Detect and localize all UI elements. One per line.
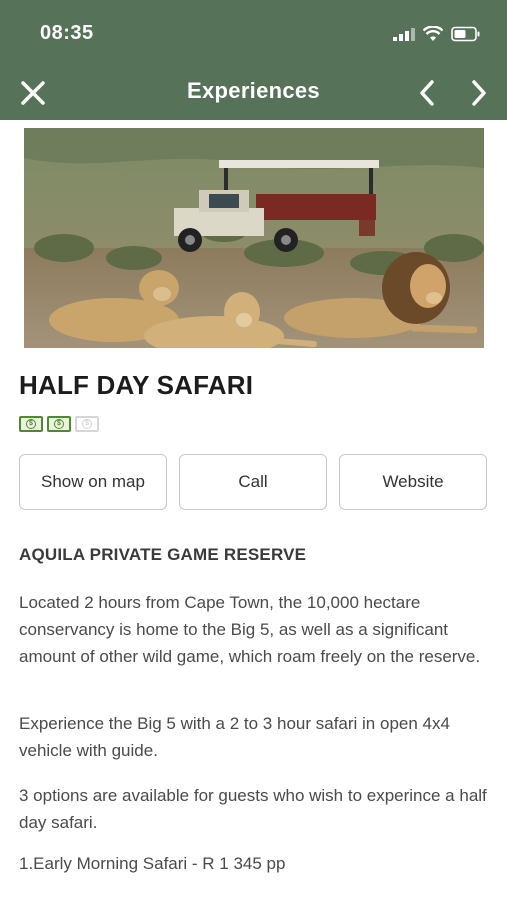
- listing-title: HALF DAY SAFARI: [19, 370, 254, 400]
- hero-photo: [24, 128, 484, 348]
- description-paragraph: Located 2 hours from Cape Town, the 10,0…: [19, 593, 481, 666]
- signal-icon: [393, 28, 415, 41]
- chevron-left-icon[interactable]: [414, 78, 440, 108]
- wifi-icon: [423, 26, 443, 41]
- website-button[interactable]: Website: [339, 454, 487, 510]
- status-time: 08:35: [40, 22, 94, 44]
- description-paragraph: Experience the Big 5 with a 2 to 3 hour …: [19, 714, 450, 760]
- option-line: 1.Early Morning Safari - R 1 345 pp: [19, 854, 286, 873]
- action-buttons: Show on map Call Website: [19, 454, 489, 512]
- description-paragraph: 3 options are available for guests who w…: [19, 786, 487, 832]
- battery-icon: [451, 26, 480, 42]
- status-bar: 08:35: [0, 0, 507, 66]
- price-rating: $ $ $: [19, 416, 99, 432]
- call-button[interactable]: Call: [179, 454, 327, 510]
- section-heading: AQUILA PRIVATE GAME RESERVE: [19, 545, 307, 564]
- money-icon-inactive: $: [75, 416, 99, 432]
- money-icon: $: [19, 416, 43, 432]
- safari-photo: [24, 128, 484, 348]
- app-header: 08:35 Experiences: [0, 0, 507, 120]
- money-icon: $: [47, 416, 71, 432]
- status-icons: [393, 24, 481, 44]
- chevron-right-icon[interactable]: [466, 78, 492, 108]
- nav-bar: Experiences: [0, 66, 507, 120]
- show-on-map-button[interactable]: Show on map: [19, 454, 167, 510]
